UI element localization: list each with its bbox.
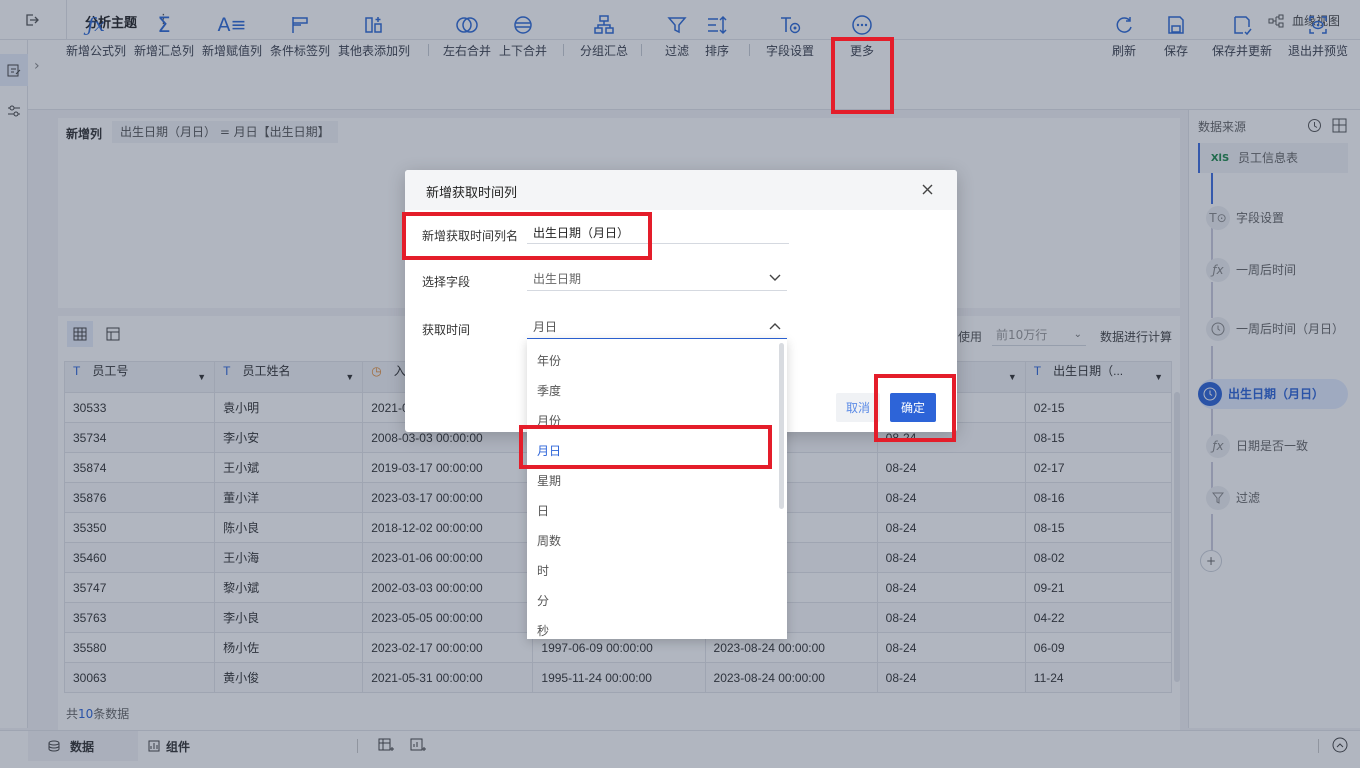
dialog-title: 新增获取时间列 [426, 186, 518, 201]
highlight-box [874, 374, 956, 442]
time-select[interactable]: 月日 [527, 316, 787, 339]
time-option[interactable]: 时 [537, 562, 549, 579]
time-option[interactable]: 季度 [537, 382, 561, 399]
time-option[interactable]: 秒 [537, 622, 549, 639]
field-select[interactable]: 出生日期 [527, 268, 787, 291]
time-option[interactable]: 分 [537, 592, 549, 609]
time-select-value: 月日 [533, 320, 558, 334]
chevron-down-icon [769, 274, 781, 282]
highlight-box [519, 425, 772, 469]
field-select-value: 出生日期 [533, 272, 582, 286]
highlight-box [402, 212, 652, 260]
time-option[interactable]: 日 [537, 502, 549, 519]
time-option[interactable]: 星期 [537, 472, 561, 489]
field-label: 选择字段 [422, 275, 471, 289]
time-option[interactable]: 年份 [537, 352, 561, 369]
time-option[interactable]: 周数 [537, 532, 561, 549]
close-icon[interactable] [921, 183, 934, 196]
chevron-up-icon [769, 322, 781, 330]
time-options-dropdown: 年份 季度 月份 月日 星期日周数时分秒 [527, 339, 787, 639]
time-label: 获取时间 [422, 323, 471, 337]
dropdown-scrollbar[interactable] [779, 343, 784, 509]
highlight-box [831, 37, 894, 114]
